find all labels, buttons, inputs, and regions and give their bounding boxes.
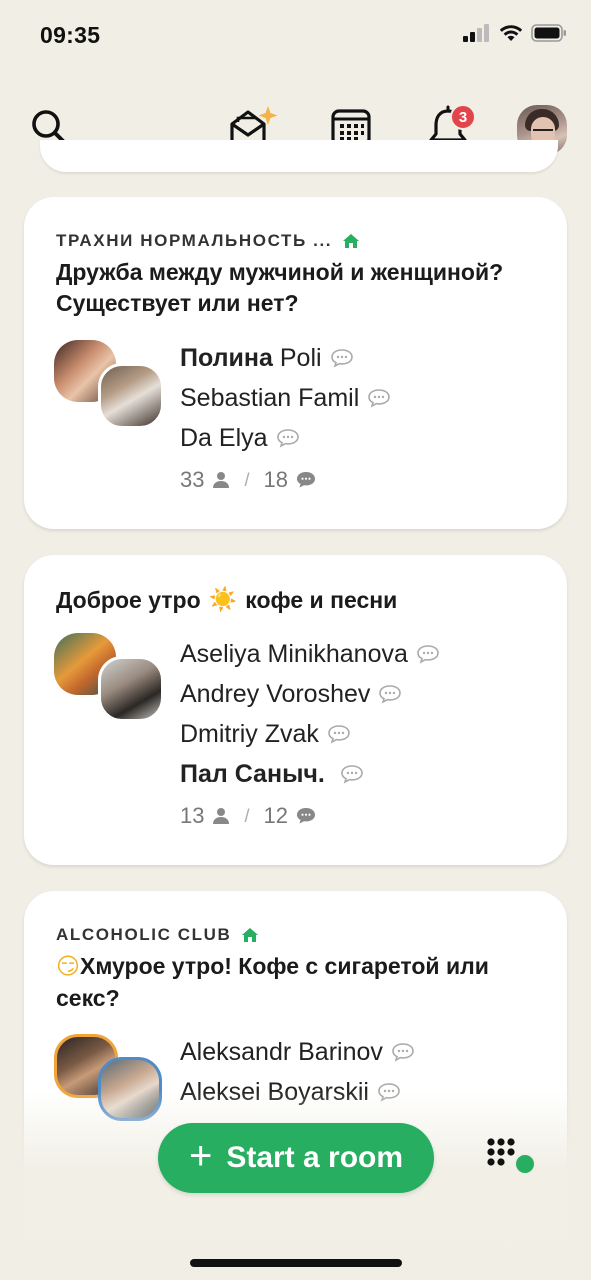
chat-icon bbox=[296, 808, 315, 824]
sun-emoji: ☀️ bbox=[208, 587, 238, 613]
chat-bubble-icon bbox=[328, 725, 350, 744]
previous-room-card-edge[interactable] bbox=[40, 140, 558, 172]
room-title: Доброе утро ☀️ кофе и песни bbox=[56, 585, 536, 616]
notification-badge: 3 bbox=[450, 104, 476, 130]
cellular-signal-icon bbox=[463, 24, 489, 42]
speaker-list: Полина Poli Sebastian Famil Da Elya 33 /… bbox=[180, 338, 391, 502]
speaker-avatar[interactable] bbox=[98, 656, 164, 722]
room-counts: 13 / 12 bbox=[180, 794, 440, 838]
speaker-name[interactable]: Aseliya Minikhanova bbox=[180, 634, 440, 674]
home-icon bbox=[242, 928, 259, 942]
chat-bubble-icon bbox=[330, 349, 353, 368]
status-icons bbox=[463, 24, 567, 42]
room-title: 😏Хмурое утро! Кофе с сигаретой или секс? bbox=[56, 953, 489, 1011]
person-icon bbox=[213, 808, 230, 824]
chat-count: 12 bbox=[263, 803, 288, 828]
chat-icon bbox=[296, 472, 315, 488]
chat-bubble-icon bbox=[341, 765, 363, 784]
status-bar: 09:35 bbox=[0, 0, 591, 70]
chat-bubble-icon bbox=[368, 389, 391, 408]
speaker-name[interactable]: Полина Poli bbox=[180, 338, 391, 378]
room-card[interactable]: Доброе утро ☀️ кофе и песни Aseliya Mini… bbox=[24, 555, 567, 865]
home-indicator bbox=[190, 1259, 402, 1267]
club-name: ТРАХНИ НОРМАЛЬНОСТЬ ... bbox=[56, 231, 360, 251]
backchannel-button[interactable] bbox=[486, 1137, 536, 1177]
status-time: 09:35 bbox=[40, 22, 101, 48]
chat-bubble-icon bbox=[417, 645, 439, 664]
wifi-icon bbox=[499, 25, 523, 41]
home-icon bbox=[343, 234, 360, 248]
listener-count: 33 bbox=[180, 467, 205, 492]
speaker-name[interactable]: Dmitriy Zvak bbox=[180, 714, 440, 754]
club-name: ALCOHOLIC CLUB bbox=[56, 925, 259, 945]
chat-bubble-icon bbox=[379, 685, 402, 704]
speaker-name[interactable]: Andrey Voroshev bbox=[180, 674, 440, 714]
speaker-name[interactable]: Aleksandr Barinov bbox=[180, 1032, 415, 1072]
chat-bubble-icon bbox=[276, 429, 299, 448]
room-card[interactable]: ТРАХНИ НОРМАЛЬНОСТЬ ... Дружба между муж… bbox=[24, 197, 567, 529]
speaker-avatar[interactable] bbox=[98, 363, 164, 429]
plus-icon: + bbox=[188, 1134, 213, 1178]
room-title: Дружба между мужчиной и женщиной? Сущест… bbox=[56, 259, 504, 316]
battery-icon bbox=[531, 24, 566, 42]
chat-bubble-icon bbox=[392, 1043, 414, 1062]
speaker-name[interactable]: Da Elya bbox=[180, 418, 391, 458]
speaker-name[interactable]: Sebastian Famil bbox=[180, 378, 391, 418]
smirk-emoji: 😏 bbox=[56, 954, 80, 980]
speaker-name[interactable]: Пал Саныч. bbox=[180, 754, 440, 794]
start-room-button[interactable]: + Start a room bbox=[158, 1123, 434, 1193]
speaker-list: Aseliya Minikhanova Andrey Voroshev Dmit… bbox=[180, 634, 440, 838]
person-icon bbox=[213, 472, 230, 488]
room-counts: 33 / 18 bbox=[180, 458, 391, 502]
dots-grid-icon bbox=[487, 1138, 536, 1175]
chat-count: 18 bbox=[263, 467, 288, 492]
listener-count: 13 bbox=[180, 803, 205, 828]
